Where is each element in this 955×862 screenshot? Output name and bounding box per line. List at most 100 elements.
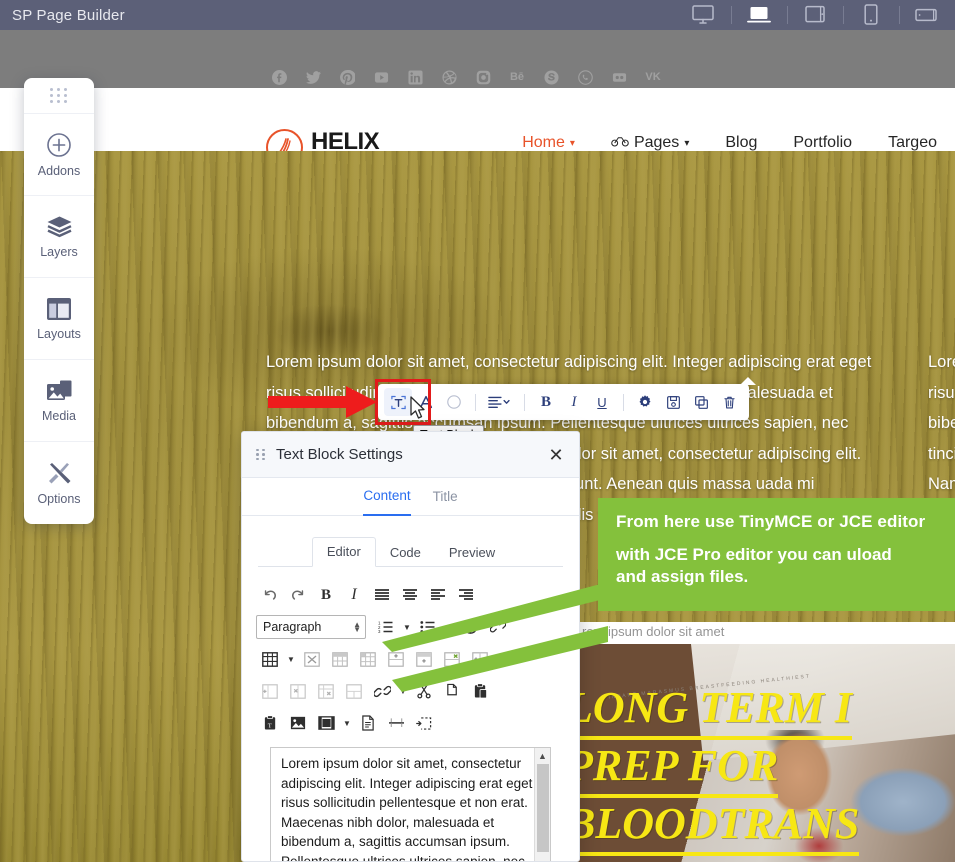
editor-content-text[interactable]: Lorem ipsum dolor sit amet, consectetur …: [271, 748, 550, 861]
table-icon[interactable]: [256, 645, 284, 673]
table-row-props-icon[interactable]: [326, 645, 354, 673]
mouse-cursor-icon: [410, 396, 425, 419]
builder-tool-rail: Addons Layers Layouts Media Options: [24, 78, 94, 524]
merge-cells-icon[interactable]: [340, 677, 368, 705]
table-dropdown-icon[interactable]: ▼: [284, 645, 298, 673]
delete-table-icon[interactable]: [298, 645, 326, 673]
tab-title[interactable]: Title: [433, 478, 458, 516]
site-main-nav: Home ▾ Pages ▾ Blog Portfolio Targeo: [504, 134, 955, 152]
mobile-landscape-icon: [915, 7, 939, 23]
linkedin-icon[interactable]: [398, 69, 432, 85]
flickr-icon[interactable]: [602, 69, 636, 85]
laptop-icon: [747, 5, 771, 25]
annotation-callout: From here use TinyMCE or JCE editor with…: [598, 498, 955, 611]
layouts-icon: [46, 297, 72, 321]
scrollbar-thumb[interactable]: [537, 764, 549, 852]
device-laptop-button[interactable]: [731, 0, 787, 30]
undo-icon[interactable]: [256, 581, 284, 609]
nav-item-pages[interactable]: Pages ▾: [593, 134, 707, 152]
tab-preview[interactable]: Preview: [435, 539, 509, 567]
vk-icon: VK: [645, 71, 661, 83]
scroll-up-icon[interactable]: ▲: [535, 748, 550, 764]
color-circle-icon[interactable]: [440, 388, 468, 416]
whatsapp-icon[interactable]: [568, 69, 602, 85]
drag-handle-icon[interactable]: [256, 448, 266, 462]
layers-icon: [46, 215, 73, 239]
options-icon: [46, 461, 73, 486]
toolbar-divider: [524, 393, 525, 411]
rail-label: Layouts: [37, 326, 81, 341]
rail-item-media[interactable]: Media: [24, 360, 94, 442]
editor-scrollbar[interactable]: ▲: [534, 748, 550, 861]
nav-item-home[interactable]: Home ▾: [504, 134, 593, 152]
redo-icon[interactable]: [284, 581, 312, 609]
source-code-icon[interactable]: [354, 709, 382, 737]
format-select[interactable]: Paragraph ▲ ▼: [256, 615, 366, 639]
chevron-down-icon: ▾: [684, 137, 690, 149]
media-dropdown-icon[interactable]: ▼: [340, 709, 354, 737]
tab-content[interactable]: Content: [363, 478, 411, 516]
app-top-bar: SP Page Builder: [0, 0, 955, 30]
rail-item-layers[interactable]: Layers: [24, 196, 94, 278]
delete-column-icon[interactable]: [284, 677, 312, 705]
pinterest-icon[interactable]: [330, 69, 364, 85]
nav-label: Home: [522, 134, 565, 151]
device-desktop-button[interactable]: [675, 0, 731, 30]
underline-icon[interactable]: U: [588, 388, 616, 416]
bold-icon[interactable]: B: [532, 388, 560, 416]
italic-icon[interactable]: I: [560, 388, 588, 416]
editor-content-area[interactable]: Lorem ipsum dolor sit amet, consectetur …: [270, 747, 551, 861]
instagram-icon[interactable]: [466, 69, 500, 85]
table-cell-props-icon[interactable]: [354, 645, 382, 673]
photo-headline-line-3: BLOODTRANS: [578, 798, 860, 856]
horizontal-rule-icon[interactable]: [382, 709, 410, 737]
settings-gear-icon[interactable]: [631, 388, 659, 416]
youtube-icon[interactable]: [364, 69, 398, 85]
photo-headline-line-1: LONG TERM I: [578, 682, 853, 740]
device-tablet-button[interactable]: [787, 0, 843, 30]
insert-column-after-icon[interactable]: [256, 677, 284, 705]
device-mobile-landscape-button[interactable]: [899, 0, 955, 30]
annotation-line-2: with JCE Pro editor you can uload: [616, 545, 892, 564]
save-icon[interactable]: [659, 388, 687, 416]
rail-item-layouts[interactable]: Layouts: [24, 278, 94, 360]
twitter-icon[interactable]: [296, 69, 330, 85]
nav-label: Blog: [725, 134, 758, 151]
align-icon[interactable]: [483, 388, 517, 416]
skype-icon[interactable]: [534, 69, 568, 85]
format-select-value: Paragraph: [263, 620, 322, 634]
dribbble-icon[interactable]: [432, 69, 466, 85]
behance-icon: Bē: [509, 71, 525, 83]
rail-item-options[interactable]: Options: [24, 442, 94, 524]
nav-item-portfolio[interactable]: Portfolio: [775, 134, 870, 152]
rail-drag-handle[interactable]: [24, 78, 94, 114]
nav-item-blog[interactable]: Blog: [707, 134, 775, 152]
facebook-icon[interactable]: [262, 69, 296, 85]
media-icon[interactable]: [312, 709, 340, 737]
modal-primary-tabs: Content Title: [242, 478, 579, 516]
trash-icon[interactable]: [715, 388, 743, 416]
paste-as-text-icon[interactable]: T: [256, 709, 284, 737]
nav-item-targeo[interactable]: Targeo: [870, 134, 955, 152]
italic-icon[interactable]: I: [340, 581, 368, 609]
annotation-line-3: and assign files.: [616, 567, 749, 586]
page-break-icon[interactable]: [410, 709, 438, 737]
modal-header[interactable]: Text Block Settings ✕: [242, 432, 579, 478]
rail-label: Addons: [37, 163, 81, 178]
tab-code[interactable]: Code: [376, 539, 435, 567]
red-pointer-arrow: [268, 386, 377, 418]
chevron-down-icon: ▾: [569, 137, 575, 149]
duplicate-icon[interactable]: [687, 388, 715, 416]
nav-label: Targeo: [888, 134, 937, 151]
bold-icon[interactable]: B: [312, 581, 340, 609]
nav-label: Pages: [633, 134, 680, 151]
device-mobile-portrait-button[interactable]: [843, 0, 899, 30]
spinner-icon: ▲ ▼: [353, 620, 361, 634]
tab-editor[interactable]: Editor: [311, 537, 376, 567]
image-icon[interactable]: [284, 709, 312, 737]
rail-item-addons[interactable]: Addons: [24, 114, 94, 196]
device-preview-group: [675, 0, 955, 30]
split-cell-icon[interactable]: [312, 677, 340, 705]
hero-photo: INFANT MARASMUS BREASTFEEDING HEALTHIEST…: [578, 622, 955, 862]
close-icon[interactable]: ✕: [546, 445, 566, 465]
